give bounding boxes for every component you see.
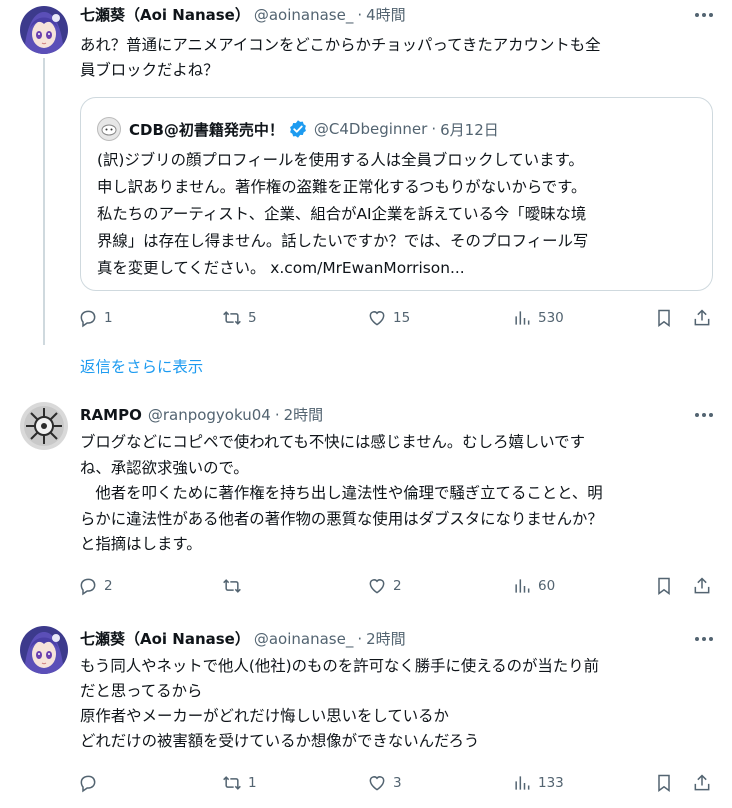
timestamp[interactable]: 2時間 [284, 405, 324, 425]
quoted-tweet[interactable]: CDB@初書籍発売中！ @C4Dbeginner · 6月12日 (訳)ジブリの… [80, 97, 713, 291]
bookmark-button[interactable] [654, 771, 674, 795]
share-button[interactable] [692, 306, 712, 330]
bookmark-button[interactable] [654, 574, 674, 598]
views-button[interactable]: 530 [512, 306, 564, 330]
share-icon [694, 774, 710, 791]
thread-line [43, 58, 45, 345]
more-icon[interactable] [694, 406, 714, 424]
show-more-replies-link[interactable]: 返信をさらに表示 [80, 357, 203, 377]
tweet-text: あれ？普通にアニメアイコンをどこからかチョッパってきたアカウントも全 員ブロック… [80, 36, 601, 79]
avatar[interactable] [20, 6, 68, 54]
author-handle[interactable]: @aoinanase_ [254, 5, 353, 25]
retweet-count: 5 [248, 310, 257, 326]
author-name[interactable]: RAMPO [80, 405, 142, 425]
bookmark-icon [658, 309, 670, 327]
more-icon[interactable] [694, 6, 714, 24]
tweet-2: RAMPO @ranpogyoku04 · 2時間 ブログなどにコピペで使われて… [0, 400, 732, 610]
reply-button[interactable] [78, 771, 104, 795]
bookmark-button[interactable] [654, 306, 674, 330]
quote-timestamp: 6月12日 [440, 120, 499, 139]
verified-icon [289, 120, 306, 138]
share-icon [694, 309, 710, 326]
tweet-text: もう同人やネットで他人(他社)のものを許可なく勝手に使えるのが当たり前 だと思っ… [80, 657, 599, 750]
like-button[interactable]: 3 [367, 771, 402, 795]
tweet-1: 七瀬葵（Aoi Nanase） @aoinanase_ · 4時間 あれ？普通に… [0, 0, 732, 345]
bookmark-icon [658, 774, 670, 792]
like-button[interactable]: 15 [367, 306, 410, 330]
action-bar: 1 5 15 530 [78, 306, 718, 330]
tweet-header: 七瀬葵（Aoi Nanase） @aoinanase_ · 4時間 [80, 4, 406, 26]
reply-button[interactable]: 1 [78, 306, 113, 330]
separator-dot: · [357, 630, 363, 648]
more-icon[interactable] [694, 630, 714, 648]
retweet-button[interactable]: 1 [222, 771, 257, 795]
quote-header: CDB@初書籍発売中！ @C4Dbeginner · 6月12日 [97, 117, 499, 141]
quote-author-handle: @C4Dbeginner [313, 120, 428, 138]
view-count: 60 [538, 578, 556, 594]
author-name[interactable]: 七瀬葵（Aoi Nanase） [80, 629, 250, 649]
bookmark-icon [658, 577, 670, 595]
action-bar: 1 3 133 [78, 771, 718, 795]
retweet-icon [223, 311, 241, 325]
like-button[interactable]: 2 [367, 574, 402, 598]
action-bar: 2 2 60 [78, 574, 718, 598]
separator-dot: · [357, 6, 363, 24]
tweet-text: ブログなどにコピペで使われても不快には感じません。むしろ嬉しいです ね、承認欲求… [80, 433, 603, 553]
reply-count: 2 [104, 578, 113, 594]
views-icon [515, 776, 530, 790]
reply-icon [80, 310, 96, 328]
like-count: 3 [393, 775, 402, 791]
quote-author-name: CDB@初書籍発売中！ [129, 120, 284, 139]
like-count: 2 [393, 578, 402, 594]
view-count: 133 [538, 775, 564, 791]
retweet-icon [223, 776, 241, 790]
timestamp[interactable]: 4時間 [366, 5, 406, 25]
views-button[interactable]: 60 [512, 574, 555, 598]
tweet-header: 七瀬葵（Aoi Nanase） @aoinanase_ · 2時間 [80, 628, 406, 650]
reply-button[interactable]: 2 [78, 574, 113, 598]
timestamp[interactable]: 2時間 [366, 629, 406, 649]
retweet-button[interactable] [222, 574, 248, 598]
avatar[interactable] [20, 402, 68, 450]
like-icon [369, 579, 385, 594]
like-icon [369, 311, 385, 326]
share-button[interactable] [692, 574, 712, 598]
reply-icon [80, 578, 96, 596]
avatar[interactable] [20, 626, 68, 674]
like-icon [369, 776, 385, 791]
share-button[interactable] [692, 771, 712, 795]
retweet-icon [223, 579, 241, 593]
reply-count: 1 [104, 310, 113, 326]
quote-avatar [97, 117, 121, 141]
like-count: 15 [393, 310, 411, 326]
share-icon [694, 577, 710, 594]
author-name[interactable]: 七瀬葵（Aoi Nanase） [80, 5, 250, 25]
separator-dot: · [431, 120, 437, 138]
quote-link[interactable]: x.com/MrEwanMorrison... [270, 259, 464, 277]
separator-dot: · [274, 406, 280, 424]
view-count: 530 [538, 310, 564, 326]
retweet-count: 1 [248, 775, 257, 791]
tweet-header: RAMPO @ranpogyoku04 · 2時間 [80, 404, 323, 426]
author-handle[interactable]: @ranpogyoku04 [148, 405, 271, 425]
tweet-3: 七瀬葵（Aoi Nanase） @aoinanase_ · 2時間 もう同人やネ… [0, 620, 732, 808]
quote-text: (訳)ジブリの顔プロフィールを使用する人は全員ブロックしています。 申し訳ありま… [97, 147, 697, 282]
views-icon [515, 311, 530, 325]
reply-icon [80, 775, 96, 793]
views-icon [515, 579, 530, 593]
views-button[interactable]: 133 [512, 771, 564, 795]
retweet-button[interactable]: 5 [222, 306, 257, 330]
author-handle[interactable]: @aoinanase_ [254, 629, 353, 649]
